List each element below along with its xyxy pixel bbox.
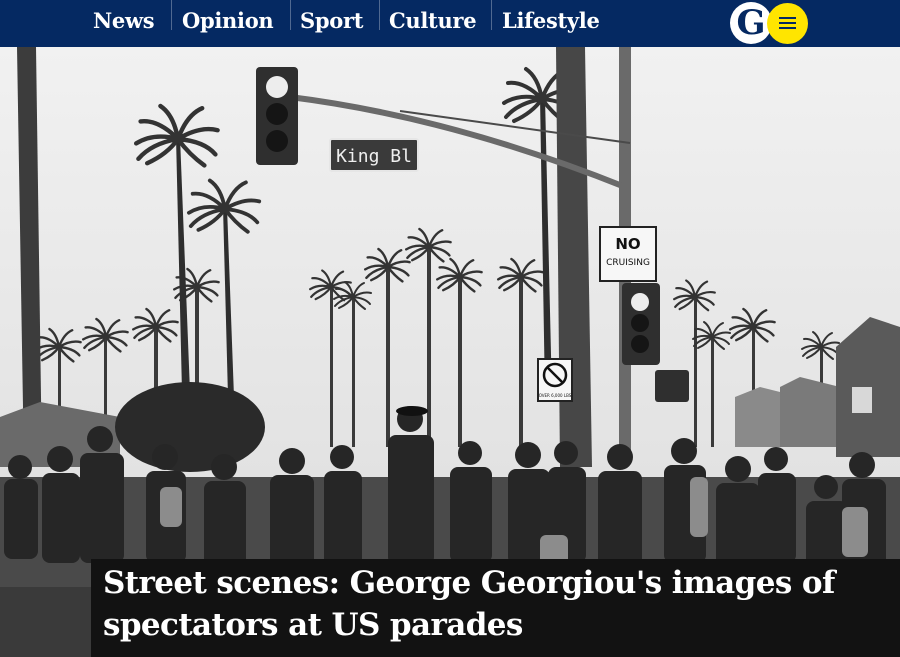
nav-divider xyxy=(171,0,172,30)
guardian-logo[interactable]: G xyxy=(730,2,772,44)
shrub xyxy=(115,382,265,472)
no-cruising-line1: NO xyxy=(615,235,640,253)
nav-link-sport[interactable]: Sport xyxy=(300,0,363,47)
nav-divider xyxy=(290,0,291,30)
nav-link-culture[interactable]: Culture xyxy=(389,0,477,47)
nav-link-lifestyle[interactable]: Lifestyle xyxy=(502,0,600,47)
hamburger-menu-button[interactable] xyxy=(767,3,808,44)
no-u-turn-sign: OVER 6,000 LBS xyxy=(537,358,573,402)
article-headline[interactable]: Street scenes: George Georgiou's images … xyxy=(103,562,883,646)
nav-link-opinion[interactable]: Opinion xyxy=(182,0,274,47)
nav-divider xyxy=(379,0,380,30)
street-sign-king-bl: King Bl xyxy=(329,138,419,172)
logo-letter: G xyxy=(736,3,766,43)
street-curb xyxy=(0,587,92,657)
street-sign-text: King Bl xyxy=(336,146,412,167)
top-navigation-bar: News Opinion Sport Culture Lifestyle G xyxy=(0,0,900,47)
nav-divider xyxy=(491,0,492,30)
nav-link-news[interactable]: News xyxy=(93,0,155,47)
no-cruising-line2: CRUISING xyxy=(606,258,650,268)
no-u-turn-caption: OVER 6,000 LBS xyxy=(539,393,572,398)
no-cruising-sign: NO CRUISING xyxy=(599,226,657,282)
